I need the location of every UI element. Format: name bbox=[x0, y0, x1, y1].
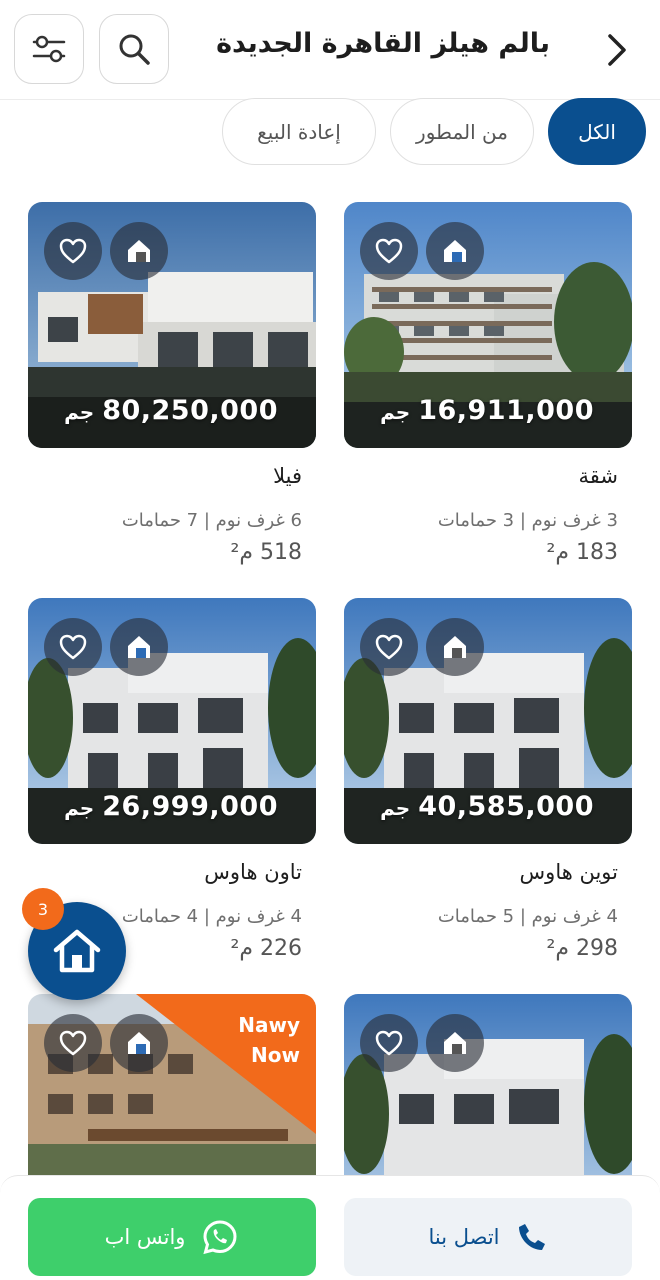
listing-card[interactable]: جم 40,585,000 توين هاوس 4 غرف نوم | 5 حم… bbox=[344, 598, 632, 961]
property-type: فيلا bbox=[273, 464, 302, 488]
heart-icon bbox=[375, 238, 403, 264]
currency: جم bbox=[64, 796, 95, 820]
listing-card[interactable]: جم 80,250,000 فيلا 6 غرف نوم | 7 حمامات … bbox=[28, 202, 316, 565]
property-type-badge bbox=[426, 222, 484, 280]
rooms-info: 4 غرف نوم | 5 حمامات bbox=[437, 906, 618, 927]
search-icon bbox=[119, 34, 150, 65]
rooms-info: 3 غرف نوم | 3 حمامات bbox=[437, 510, 618, 531]
tab-from-developer[interactable]: من المطور bbox=[390, 98, 534, 165]
heart-icon bbox=[59, 634, 87, 660]
listing-card[interactable]: جم 26,999,000 تاون هاوس 4 غرف نوم | 4 حم… bbox=[28, 598, 316, 961]
property-type: شقة bbox=[578, 464, 618, 488]
favorite-button[interactable] bbox=[360, 222, 418, 280]
home-icon bbox=[444, 240, 466, 262]
home-icon bbox=[128, 1032, 150, 1054]
price: جم 40,585,000 bbox=[380, 791, 594, 822]
call-label: اتصل بنا bbox=[428, 1225, 500, 1249]
home-icon bbox=[128, 636, 150, 658]
property-type-badge bbox=[426, 1014, 484, 1072]
property-type-badge bbox=[426, 618, 484, 676]
property-image: جم 26,999,000 bbox=[28, 598, 316, 844]
whatsapp-label: واتس اب bbox=[104, 1225, 186, 1249]
property-image: جم 40,585,000 bbox=[344, 598, 632, 844]
search-button[interactable] bbox=[99, 14, 169, 84]
phone-icon bbox=[518, 1224, 545, 1250]
home-icon bbox=[128, 240, 150, 262]
promo-ribbon-text: Nawy Now bbox=[238, 1010, 300, 1070]
tab-all[interactable]: الكل bbox=[548, 98, 646, 165]
price: جم 16,911,000 bbox=[380, 395, 594, 426]
heart-icon bbox=[375, 1030, 403, 1056]
currency: جم bbox=[380, 400, 411, 424]
price-value: 26,999,000 bbox=[102, 791, 278, 822]
price-value: 16,911,000 bbox=[418, 395, 594, 426]
top-bar: بالم هيلز القاهرة الجديدة bbox=[0, 0, 660, 100]
area-info: 298 م² bbox=[546, 936, 618, 961]
price-value: 80,250,000 bbox=[102, 395, 278, 426]
home-icon bbox=[444, 1032, 466, 1054]
favorite-button[interactable] bbox=[360, 618, 418, 676]
chevron-right-icon bbox=[608, 34, 626, 66]
price-value: 40,585,000 bbox=[418, 791, 594, 822]
favorite-button[interactable] bbox=[44, 1014, 102, 1072]
filter-sliders-icon bbox=[32, 35, 66, 63]
ribbon-line1: Nawy bbox=[238, 1013, 300, 1037]
price: جم 80,250,000 bbox=[64, 395, 278, 426]
favorite-button[interactable] bbox=[44, 222, 102, 280]
area-info: 183 م² bbox=[546, 540, 618, 565]
currency: جم bbox=[64, 400, 95, 424]
tab-resale[interactable]: إعادة البيع bbox=[222, 98, 376, 165]
rooms-info: 6 غرف نوم | 7 حمامات bbox=[121, 510, 302, 531]
area-info: 518 م² bbox=[230, 540, 302, 565]
call-button[interactable]: اتصل بنا bbox=[344, 1198, 632, 1276]
home-icon bbox=[444, 636, 466, 658]
heart-icon bbox=[59, 238, 87, 264]
area-info: 226 م² bbox=[230, 936, 302, 961]
page-title: بالم هيلز القاهرة الجديدة bbox=[216, 28, 550, 59]
listing-card[interactable]: جم 16,911,000 شقة 3 غرف نوم | 3 حمامات 1… bbox=[344, 202, 632, 565]
home-icon bbox=[53, 929, 101, 973]
property-type: تاون هاوس bbox=[204, 860, 302, 884]
property-image: جم 80,250,000 bbox=[28, 202, 316, 448]
favorite-button[interactable] bbox=[44, 618, 102, 676]
filter-button[interactable] bbox=[14, 14, 84, 84]
heart-icon bbox=[375, 634, 403, 660]
currency: جم bbox=[380, 796, 411, 820]
back-button[interactable] bbox=[598, 30, 634, 70]
property-image: جم 16,911,000 bbox=[344, 202, 632, 448]
bottom-action-bar: اتصل بنا واتس اب bbox=[0, 1175, 660, 1280]
property-type-badge bbox=[110, 618, 168, 676]
favorite-button[interactable] bbox=[360, 1014, 418, 1072]
heart-icon bbox=[59, 1030, 87, 1056]
whatsapp-icon bbox=[203, 1220, 237, 1255]
rooms-info: 4 غرف نوم | 4 حمامات bbox=[121, 906, 302, 927]
property-type-badge bbox=[110, 1014, 168, 1072]
property-type-badge bbox=[110, 222, 168, 280]
price: جم 26,999,000 bbox=[64, 791, 278, 822]
ribbon-line2: Now bbox=[251, 1043, 300, 1067]
property-type: توين هاوس bbox=[519, 860, 618, 884]
notification-badge: 3 bbox=[22, 888, 64, 930]
whatsapp-button[interactable]: واتس اب bbox=[28, 1198, 316, 1276]
